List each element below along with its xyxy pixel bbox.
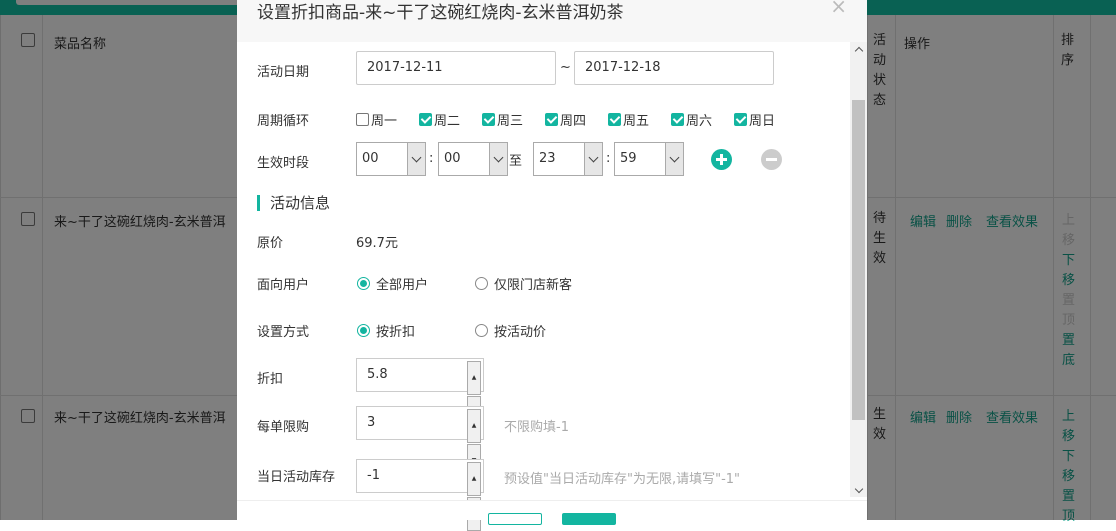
weekday-sun-checkbox[interactable]: 周日: [734, 110, 775, 129]
scroll-up-icon[interactable]: [850, 42, 867, 56]
time-to: 至: [509, 154, 523, 169]
end-hour-select[interactable]: 23: [533, 142, 603, 176]
section-title: 活动信息: [257, 195, 330, 211]
time-colon: :: [429, 151, 434, 166]
chevron-down-icon: [407, 143, 425, 175]
checkbox-checked-icon: [671, 113, 684, 126]
start-hour-select[interactable]: 00: [356, 142, 426, 176]
spin-up-icon[interactable]: ▲: [467, 409, 481, 443]
end-minute-select[interactable]: 59: [614, 142, 684, 176]
weekday-wed-checkbox[interactable]: 周三: [482, 110, 523, 129]
method-label: 设置方式: [257, 325, 310, 340]
spin-up-icon[interactable]: ▲: [467, 361, 481, 395]
chevron-down-icon: [665, 143, 683, 175]
cancel-button[interactable]: [488, 513, 542, 525]
radio-selected-icon: [357, 277, 370, 290]
confirm-button[interactable]: [562, 513, 616, 525]
checkbox-icon: [356, 113, 369, 126]
discount-label: 折扣: [257, 372, 284, 387]
spin-up-icon[interactable]: ▲: [467, 462, 481, 496]
modal-footer: [237, 500, 867, 520]
limit-label: 每单限购: [257, 420, 310, 435]
add-time-icon[interactable]: [711, 149, 732, 170]
weekday-mon-checkbox[interactable]: 周一: [356, 110, 397, 129]
stock-label: 当日活动库存: [257, 470, 336, 485]
checkbox-checked-icon: [608, 113, 621, 126]
time-colon: :: [606, 151, 611, 166]
method-price-radio[interactable]: 按活动价: [475, 321, 546, 340]
discount-input[interactable]: 5.8▲▼: [356, 358, 484, 430]
checkbox-checked-icon: [482, 113, 495, 126]
modal-scrollbar[interactable]: [850, 42, 867, 497]
date-separator: ~: [560, 60, 571, 75]
limit-hint: 不限购填-1: [504, 420, 569, 435]
audience-label: 面向用户: [257, 278, 310, 293]
close-icon[interactable]: ×: [830, 0, 847, 18]
stock-input[interactable]: -1▲▼: [356, 459, 484, 531]
checkbox-checked-icon: [545, 113, 558, 126]
date-to-input[interactable]: 2017-12-18: [574, 51, 774, 85]
stock-hint: 预设值"当日活动库存"为无限,请填写"-1": [504, 472, 741, 487]
price-label: 原价: [257, 236, 284, 251]
checkbox-checked-icon: [734, 113, 747, 126]
remove-time-icon[interactable]: [761, 149, 782, 170]
price-value: 69.7元: [356, 236, 398, 251]
method-discount-radio[interactable]: 按折扣: [357, 321, 415, 340]
chevron-down-icon: [489, 143, 507, 175]
audience-new-radio[interactable]: 仅限门店新客: [475, 274, 572, 293]
weekday-sat-checkbox[interactable]: 周六: [671, 110, 712, 129]
scroll-down-icon[interactable]: [850, 483, 867, 497]
scrollbar-thumb[interactable]: [852, 100, 865, 420]
start-minute-select[interactable]: 00: [438, 142, 508, 176]
weekday-tue-checkbox[interactable]: 周二: [419, 110, 460, 129]
discount-modal: 设置折扣商品-来~干了这碗红烧肉-玄米普洱奶茶 × 活动日期 2017-12-1…: [237, 0, 867, 531]
modal-title: 设置折扣商品-来~干了这碗红烧肉-玄米普洱奶茶: [257, 3, 624, 23]
date-label: 活动日期: [257, 65, 310, 80]
time-label: 生效时段: [257, 156, 310, 171]
checkbox-checked-icon: [419, 113, 432, 126]
radio-icon: [475, 277, 488, 290]
radio-selected-icon: [357, 324, 370, 337]
limit-input[interactable]: 3▲▼: [356, 406, 484, 478]
chevron-down-icon: [584, 143, 602, 175]
date-from-input[interactable]: 2017-12-11: [356, 51, 556, 85]
weekday-thu-checkbox[interactable]: 周四: [545, 110, 586, 129]
weekday-fri-checkbox[interactable]: 周五: [608, 110, 649, 129]
cycle-label: 周期循环: [257, 114, 310, 129]
modal-header: 设置折扣商品-来~干了这碗红烧肉-玄米普洱奶茶 ×: [237, 0, 867, 42]
radio-icon: [475, 324, 488, 337]
audience-all-radio[interactable]: 全部用户: [357, 274, 428, 293]
